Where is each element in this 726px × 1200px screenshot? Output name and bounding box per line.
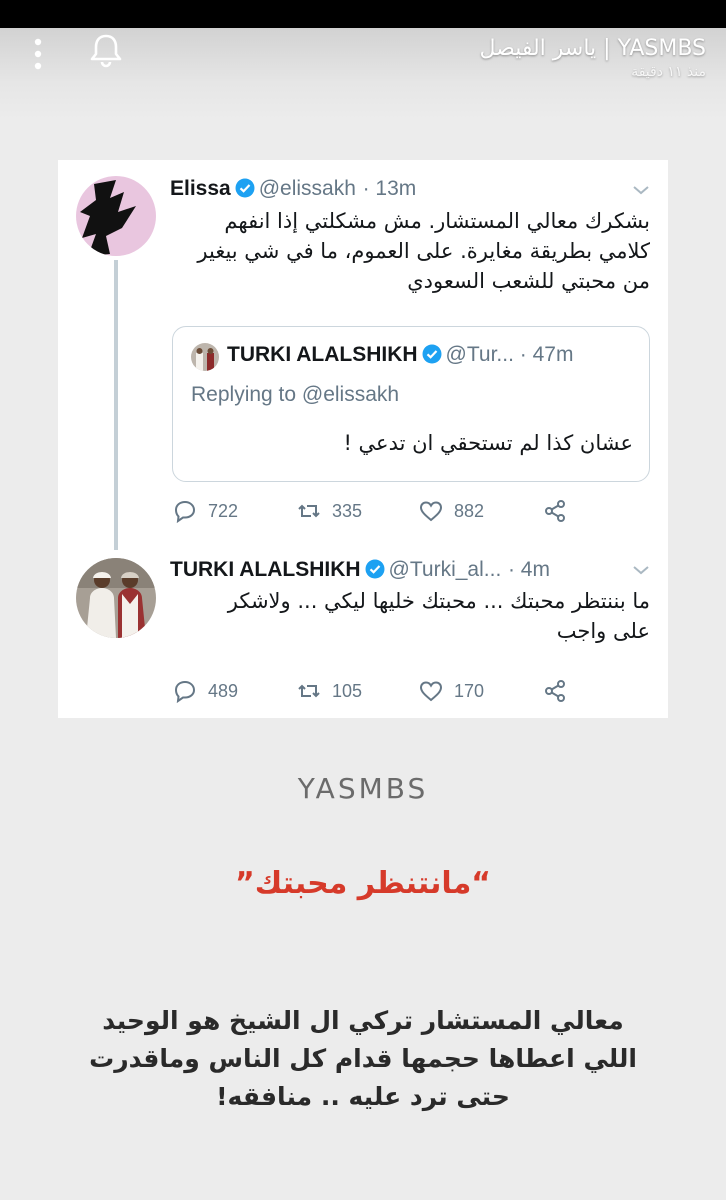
like-count: 170 — [454, 680, 485, 701]
share-button[interactable] — [542, 496, 568, 526]
replying-to-label: Replying to @elissakh — [191, 383, 400, 406]
reply-count: 489 — [208, 680, 239, 701]
quoted-tweet-time: · 47m — [519, 343, 574, 366]
tweet2-text-line: ما بننتظر محبتك ... محبتك خليها ليكي ...… — [227, 589, 650, 613]
story-header: YASMBS | ياسر الفيصل منذ ١١ دقيقة — [0, 28, 726, 120]
tweet2-actions: 489 105 170 — [172, 676, 612, 706]
share-icon — [545, 500, 565, 522]
retweet-button[interactable]: 105 — [296, 676, 362, 706]
thread-connector-line — [114, 260, 118, 550]
verified-badge-icon — [422, 344, 442, 364]
verified-badge-icon — [365, 559, 385, 579]
retweet-icon — [298, 504, 320, 518]
like-button[interactable]: 170 — [418, 676, 484, 706]
reply-icon — [174, 500, 196, 524]
tweet2-header: TURKI ALALSHIKH @Turki_al... · 4m — [170, 557, 550, 582]
heart-icon — [419, 681, 443, 702]
story-author[interactable]: YASMBS | ياسر الفيصل — [479, 36, 706, 61]
tweet1-time[interactable]: · 13m — [363, 177, 417, 200]
tweet-screenshot-card: Elissa @elissakh · 13m بشكرك معالي المستش… — [58, 160, 668, 718]
quoted-author-avatar — [191, 343, 219, 371]
quoted-author-name: TURKI ALALSHIKH — [227, 343, 418, 366]
share-button[interactable] — [542, 676, 568, 706]
tweet1-author-name[interactable]: Elissa — [170, 177, 231, 200]
retweet-button[interactable]: 335 — [296, 496, 362, 526]
tweet2-text-line: على واجب — [556, 619, 650, 643]
story-body-line: معالي المستشار تركي ال الشيخ هو الوحيد — [102, 1006, 624, 1035]
bell-icon[interactable] — [86, 30, 126, 70]
quoted-author-handle: @Tur... — [445, 343, 514, 366]
tweet1-actions: 722 335 882 — [172, 496, 612, 526]
turki-avatar[interactable] — [76, 558, 156, 638]
retweet-count: 105 — [332, 680, 363, 701]
quoted-tweet-text: عشان كذا لم تستحقي ان تدعي ! — [343, 431, 633, 455]
tweet1-header: Elissa @elissakh · 13m — [170, 176, 416, 201]
tweet2-handle[interactable]: @Turki_al... — [389, 558, 502, 581]
reply-count: 722 — [208, 500, 239, 521]
chevron-down-icon[interactable] — [632, 564, 650, 576]
kebab-menu-icon[interactable] — [28, 36, 48, 72]
quoted-tweet[interactable]: TURKI ALALSHIKH @Tur... · 47m Replying to… — [172, 326, 650, 482]
chevron-down-icon[interactable] — [632, 184, 650, 196]
tweet2-text: ما بننتظر محبتك ... محبتك خليها ليكي ...… — [170, 586, 650, 646]
tweet1-text-line: بشكرك معالي المستشار. مش مشكلتي إذا انفه… — [224, 209, 650, 233]
reply-button[interactable]: 722 — [172, 496, 238, 526]
like-button[interactable]: 882 — [418, 496, 484, 526]
tweet2-time[interactable]: · 4m — [508, 558, 550, 581]
reply-icon — [174, 680, 196, 704]
story-body-text: معالي المستشار تركي ال الشيخ هو الوحيد ا… — [0, 1002, 726, 1116]
reply-button[interactable]: 489 — [172, 676, 238, 706]
retweet-count: 335 — [332, 500, 363, 521]
story-timestamp: منذ ١١ دقيقة — [631, 64, 706, 80]
story-caption: “مانتنظر محبتك” — [235, 866, 491, 901]
tweet1-handle[interactable]: @elissakh — [259, 177, 356, 200]
story-body-line: حتى ترد عليه .. منافقه! — [216, 1082, 510, 1111]
heart-icon — [419, 501, 443, 522]
verified-badge-icon — [235, 178, 255, 198]
retweet-icon — [298, 684, 320, 698]
tweet1-text-line: كلامي بطريقة مغايرة. على العموم، ما في ش… — [197, 239, 650, 263]
tweet1-text-line: من محبتي للشعب السعودي — [407, 269, 650, 293]
tweet2-author-name[interactable]: TURKI ALALSHIKH — [170, 558, 361, 581]
tweet1-text: بشكرك معالي المستشار. مش مشكلتي إذا انفه… — [170, 206, 650, 296]
like-count: 882 — [454, 500, 485, 521]
status-bar — [0, 0, 726, 28]
quoted-tweet-header: TURKI ALALSHIKH @Tur... · 47m — [227, 343, 573, 367]
share-icon — [545, 680, 565, 702]
story-body-line: اللي اعطاها حجمها قدام كل الناس وماقدرت — [89, 1044, 637, 1073]
elissa-avatar[interactable] — [76, 176, 156, 256]
watermark-logo: YASMBS — [297, 772, 429, 805]
